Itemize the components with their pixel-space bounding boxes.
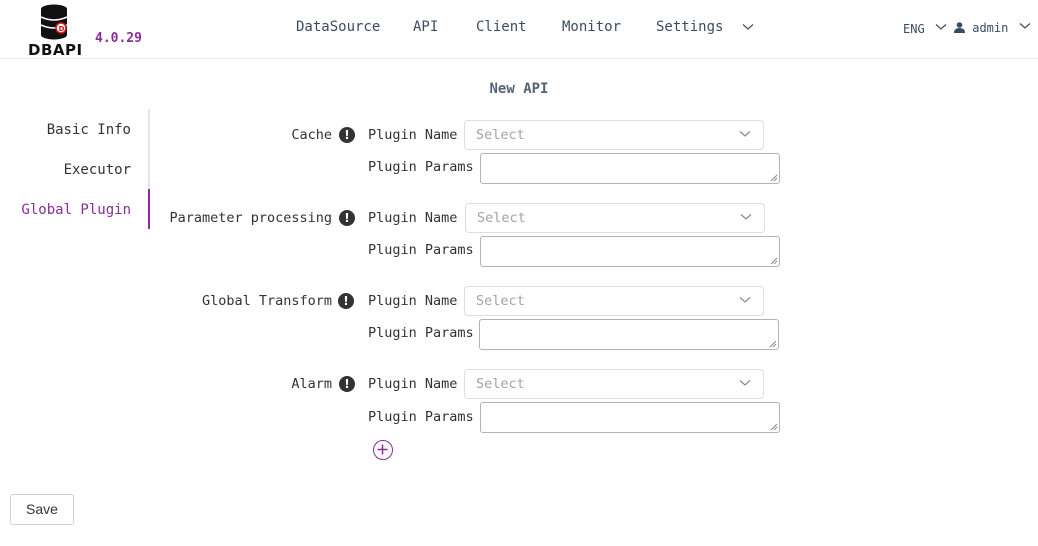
language-label: ENG	[903, 22, 925, 36]
chevron-down-icon	[739, 380, 751, 386]
dbapi-logo[interactable]: D DBAPI	[26, 4, 86, 59]
select-placeholder: Select	[477, 210, 526, 226]
info-icon[interactable]: !	[339, 376, 355, 392]
plugin-params-label: Plugin Params	[368, 325, 474, 341]
chevron-down-icon	[739, 131, 751, 137]
global-transform-plugin-params-input[interactable]	[479, 319, 779, 350]
database-icon: D	[40, 4, 68, 40]
parameter-processing-plugin-params-input[interactable]	[480, 236, 780, 267]
resize-grip-icon[interactable]	[770, 423, 778, 431]
step-basic-info[interactable]: Basic Info	[47, 122, 131, 138]
top-header: D DBAPI 4.0.29 DataSource API Client Mon…	[0, 0, 1038, 59]
select-placeholder: Select	[476, 293, 525, 309]
svg-text:D: D	[59, 25, 65, 33]
nav-monitor[interactable]: Monitor	[562, 19, 621, 35]
plugin-params-label: Plugin Params	[368, 409, 474, 425]
plus-icon	[377, 444, 388, 455]
logo-text: DBAPI	[28, 41, 83, 59]
info-icon[interactable]: !	[338, 293, 354, 309]
step-global-plugin[interactable]: Global Plugin	[21, 202, 131, 218]
user-icon	[954, 22, 965, 33]
username-label: admin	[972, 21, 1009, 35]
nav-client[interactable]: Client	[476, 19, 527, 35]
chevron-down-icon	[742, 24, 754, 30]
step-executor[interactable]: Executor	[64, 162, 131, 178]
resize-grip-icon[interactable]	[770, 257, 778, 265]
plugin-label-parameter-processing: Parameter processing	[169, 210, 332, 226]
resize-grip-icon[interactable]	[770, 174, 778, 182]
user-menu[interactable]: admin	[954, 21, 1031, 35]
page-title: New API	[489, 81, 549, 97]
step-active-indicator	[148, 189, 150, 229]
info-icon[interactable]: !	[339, 127, 355, 143]
cache-plugin-select[interactable]: Select	[464, 120, 764, 150]
language-selector[interactable]: ENG	[903, 22, 947, 36]
plugin-params-label: Plugin Params	[368, 159, 474, 175]
save-button[interactable]: Save	[10, 494, 74, 525]
nav-api[interactable]: API	[413, 19, 438, 35]
version-label: 4.0.29	[95, 31, 142, 46]
plugin-params-label: Plugin Params	[368, 242, 474, 258]
select-placeholder: Select	[476, 127, 525, 143]
global-transform-plugin-select[interactable]: Select	[464, 286, 764, 316]
select-placeholder: Select	[476, 376, 525, 392]
nav-settings-label: Settings	[656, 19, 724, 35]
plugin-name-label: Plugin Name	[368, 210, 458, 226]
chevron-down-icon	[739, 297, 751, 303]
parameter-processing-plugin-select[interactable]: Select	[465, 203, 765, 233]
chevron-down-icon	[935, 23, 947, 30]
plugin-label-cache: Cache	[291, 127, 332, 143]
chevron-down-icon	[1019, 22, 1030, 29]
resize-grip-icon[interactable]	[769, 340, 777, 348]
plugin-label-alarm: Alarm	[291, 376, 332, 392]
alarm-plugin-params-input[interactable]	[480, 402, 780, 433]
nav-datasource[interactable]: DataSource	[296, 19, 380, 35]
step-navigator: Basic Info Executor Global Plugin	[0, 109, 150, 229]
plugin-label-global-transform: Global Transform	[201, 293, 332, 309]
plugin-name-label: Plugin Name	[368, 376, 458, 392]
cache-plugin-params-input[interactable]	[480, 153, 780, 184]
plugin-name-label: Plugin Name	[368, 127, 458, 143]
plugin-name-label: Plugin Name	[368, 293, 458, 309]
alarm-plugin-select[interactable]: Select	[464, 369, 764, 399]
main-content: New API Basic Info Executor Global Plugi…	[0, 59, 1038, 546]
info-icon[interactable]: !	[339, 210, 355, 226]
chevron-down-icon	[740, 214, 752, 220]
nav-settings[interactable]: Settings	[656, 19, 754, 35]
add-plugin-button[interactable]	[373, 440, 393, 460]
